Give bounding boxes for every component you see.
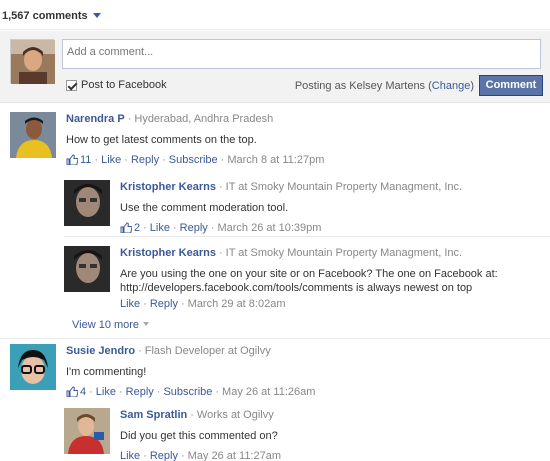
reply-link[interactable]: Reply: [150, 298, 178, 310]
comment-author[interactable]: Susie Jendro: [66, 345, 135, 357]
avatar[interactable]: [10, 112, 56, 158]
thumbs-up-icon[interactable]: [66, 154, 79, 169]
post-to-facebook-option[interactable]: Post to Facebook: [66, 79, 167, 91]
comment-count-sort[interactable]: 1,567 comments: [2, 10, 101, 22]
comment-composer: Add a comment... Post to Facebook Postin…: [0, 31, 550, 103]
comment-text: Use the comment moderation tool.: [120, 202, 289, 214]
comment-timestamp[interactable]: March 8 at 11:27pm: [227, 154, 324, 166]
like-link[interactable]: Like: [120, 450, 140, 461]
comment-author-meta: IT at Smoky Mountain Property Managment,…: [225, 181, 463, 193]
comment-timestamp[interactable]: May 26 at 11:27am: [188, 450, 281, 461]
change-link[interactable]: Change: [432, 80, 471, 92]
thumbs-up-icon[interactable]: [66, 386, 79, 401]
comment-author-meta: Hyderabad, Andhra Pradesh: [134, 113, 274, 125]
comment-timestamp[interactable]: March 26 at 10:39pm: [217, 222, 321, 234]
comment-author-meta: IT at Smoky Mountain Property Managment,…: [225, 247, 463, 259]
like-link[interactable]: Like: [96, 386, 116, 398]
reply-link[interactable]: Reply: [131, 154, 159, 166]
like-link[interactable]: Like: [101, 154, 121, 166]
comment-author[interactable]: Narendra P: [66, 113, 125, 125]
thumbs-up-icon[interactable]: [120, 222, 133, 237]
like-link[interactable]: Like: [150, 222, 170, 234]
comments-header: 1,567 comments: [0, 0, 550, 30]
chevron-down-icon[interactable]: [92, 13, 101, 18]
comment-input[interactable]: Add a comment...: [62, 39, 541, 69]
comment-text: How to get latest comments on the top.: [66, 134, 257, 146]
comment-author-meta: Flash Developer at Ogilvy: [144, 345, 271, 357]
view-more-replies[interactable]: View 10 more: [72, 319, 150, 331]
avatar[interactable]: [10, 344, 56, 390]
comment-timestamp[interactable]: March 29 at 8:02am: [188, 298, 286, 310]
post-to-facebook-label: Post to Facebook: [81, 79, 167, 91]
avatar[interactable]: [64, 246, 110, 292]
comment-text-line: Are you using the one on your site or on…: [120, 268, 498, 280]
comment-text: I'm commenting!: [66, 366, 147, 378]
divider: [64, 236, 550, 237]
avatar[interactable]: [64, 180, 110, 226]
post-to-facebook-checkbox[interactable]: [66, 79, 77, 91]
like-link[interactable]: Like: [120, 298, 140, 310]
comment-author[interactable]: Kristopher Kearns: [120, 181, 216, 193]
avatar[interactable]: [64, 408, 110, 454]
posting-as: Posting as Kelsey Martens (Change): [295, 80, 474, 92]
comment-author-meta: Works at Ogilvy: [196, 409, 274, 421]
reply-link[interactable]: Reply: [150, 450, 178, 461]
comment-author[interactable]: Sam Spratlin: [120, 409, 187, 421]
subscribe-link[interactable]: Subscribe: [169, 154, 218, 166]
divider: [0, 338, 550, 339]
comment-timestamp[interactable]: May 26 at 11:26am: [222, 386, 315, 398]
comment-button[interactable]: Comment: [479, 75, 543, 96]
reply-link[interactable]: Reply: [126, 386, 154, 398]
posting-as-suffix: ): [470, 80, 474, 92]
reply-link[interactable]: Reply: [180, 222, 208, 234]
comment-text: Did you get this commented on?: [120, 430, 278, 442]
chevron-down-icon: [143, 322, 150, 326]
comment-author[interactable]: Kristopher Kearns: [120, 247, 216, 259]
comment-text-line: http://developers.facebook.com/tools/com…: [120, 282, 473, 294]
comment-text: Are you using the one on your site or on…: [120, 267, 550, 295]
like-count[interactable]: 11: [80, 154, 91, 166]
posting-as-text: Posting as Kelsey Martens (: [294, 80, 432, 92]
subscribe-link[interactable]: Subscribe: [163, 386, 212, 398]
avatar: [10, 39, 55, 84]
